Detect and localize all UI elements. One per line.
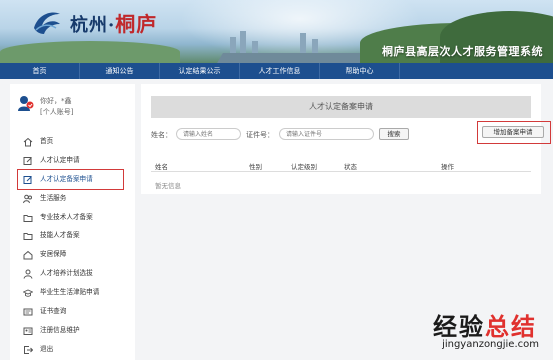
- add-filing-button[interactable]: 增加备案申请: [482, 126, 544, 138]
- sidebar-item-label: 首页: [40, 137, 54, 145]
- watermark-text-a: 经验: [433, 313, 485, 341]
- sidebar-item-talent-filing[interactable]: 人才认定备案申请: [17, 168, 124, 190]
- sidebar-item-life-service[interactable]: 生活服务: [10, 189, 135, 208]
- home-icon: [23, 137, 33, 147]
- watermark-url: jingyanzongjie.com: [442, 339, 539, 350]
- logo-text-city: 杭州·: [70, 15, 116, 36]
- certificate-icon: [23, 308, 33, 316]
- sidebar-item-certificate[interactable]: 证书查询: [10, 302, 135, 321]
- sidebar-item-professional-filing[interactable]: 专业技术人才备案: [10, 208, 135, 227]
- nav-item-notices[interactable]: 通知公告: [80, 63, 160, 79]
- people-icon: [23, 194, 32, 203]
- nav-item-home[interactable]: 首页: [0, 63, 80, 79]
- banner-building: [300, 33, 306, 55]
- sidebar-item-home[interactable]: 首页: [10, 132, 135, 151]
- top-nav: 首页 通知公告 认定结果公示 人才工作信息 帮助中心: [0, 63, 553, 79]
- sidebar-menu: 首页 人才认定申请 人才认定备案申请 生活服务 专业技术人才备案 技能人才备案 …: [10, 132, 135, 359]
- site-title: 桐庐县高层次人才服务管理系统: [382, 45, 543, 58]
- sidebar-item-label: 注册信息维护: [40, 325, 80, 334]
- watermark: 经验总结 jingyanzongjie.com: [397, 305, 547, 355]
- nav-item-help[interactable]: 帮助中心: [320, 63, 400, 79]
- banner-hill: [0, 41, 180, 63]
- logout-icon: [24, 345, 33, 354]
- edit-icon: [23, 175, 32, 184]
- sidebar-item-label: 证书查询: [40, 307, 67, 316]
- column-header-gender: 性别: [249, 163, 262, 171]
- house-icon: [23, 251, 33, 260]
- logo-icon: [34, 12, 60, 35]
- sidebar-item-training-plan[interactable]: 人才培养计划选拔: [10, 264, 135, 283]
- column-header-name: 姓名: [155, 163, 168, 171]
- sidebar-item-label: 技能人才备案: [40, 231, 80, 240]
- watermark-text-b: 总结: [485, 313, 537, 341]
- edit-icon: [23, 156, 32, 165]
- sidebar-item-label: 专业技术人才备案: [40, 212, 93, 221]
- sidebar-item-registration[interactable]: 注册信息维护: [10, 321, 135, 340]
- sidebar-item-skill-filing[interactable]: 技能人才备案: [10, 226, 135, 245]
- profile-link[interactable]: [个人账号]: [40, 107, 73, 117]
- sidebar-item-label: 安居保障: [40, 250, 67, 259]
- sidebar-item-label: 毕业生生活津贴申请: [40, 288, 100, 297]
- header-banner: 杭州·桐庐 桐庐县高层次人才服务管理系统: [0, 0, 553, 63]
- table-header: 姓名 性别 认定级别 状态 操作: [151, 158, 531, 172]
- search-button[interactable]: 搜索: [379, 128, 409, 140]
- logo-text: 杭州·桐庐: [70, 8, 157, 37]
- search-bar: 姓名： 证件号： 搜索 增加备案申请: [151, 121, 551, 144]
- column-header-level: 认定级别: [291, 163, 317, 171]
- add-filing-highlight: 增加备案申请: [477, 121, 551, 144]
- sidebar-item-label: 人才认定申请: [40, 155, 80, 164]
- sidebar-item-label: 人才认定备案申请: [40, 174, 93, 183]
- folder-icon: [23, 214, 33, 222]
- name-input[interactable]: [176, 128, 241, 140]
- sidebar-item-label: 退出: [40, 344, 54, 353]
- sidebar-item-talent-apply[interactable]: 人才认定申请: [10, 151, 135, 170]
- user-greeting: 你好，*鑫: [40, 97, 72, 105]
- user-panel: 你好，*鑫 [个人账号]: [10, 84, 135, 126]
- watermark-text: 经验总结: [433, 307, 537, 342]
- page-title: 人才认定备案申请: [151, 96, 531, 118]
- avatar-icon: [18, 96, 34, 111]
- column-header-status: 状态: [344, 163, 357, 171]
- user-icon: [23, 269, 33, 279]
- banner-building: [240, 31, 246, 55]
- id-card-icon: [23, 327, 33, 335]
- folder-icon: [23, 233, 33, 241]
- sidebar-item-graduate-allowance[interactable]: 毕业生生活津贴申请: [10, 283, 135, 302]
- sidebar-item-label: 生活服务: [40, 193, 67, 202]
- banner-road: [217, 53, 383, 63]
- cap-icon: [23, 289, 33, 297]
- empty-state-text: 暂无信息: [155, 182, 181, 190]
- nav-item-work-info[interactable]: 人才工作信息: [240, 63, 320, 79]
- sidebar-item-logout[interactable]: 退出: [10, 340, 135, 359]
- id-number-label: 证件号：: [246, 131, 274, 139]
- sidebar-item-label: 人才培养计划选拔: [40, 269, 93, 278]
- column-header-actions: 操作: [441, 163, 454, 171]
- logo-text-county: 桐庐: [115, 12, 158, 36]
- main-panel: 人才认定备案申请 姓名： 证件号： 搜索 增加备案申请 姓名 性别 认定级别 状…: [141, 84, 551, 194]
- sidebar-item-housing[interactable]: 安居保障: [10, 245, 135, 264]
- name-label: 姓名：: [151, 131, 172, 139]
- id-number-input[interactable]: [279, 128, 374, 140]
- nav-item-results[interactable]: 认定结果公示: [160, 63, 240, 79]
- sidebar: 你好，*鑫 [个人账号] 首页 人才认定申请 人才认定备案申请 生活服务 专业技…: [10, 84, 135, 360]
